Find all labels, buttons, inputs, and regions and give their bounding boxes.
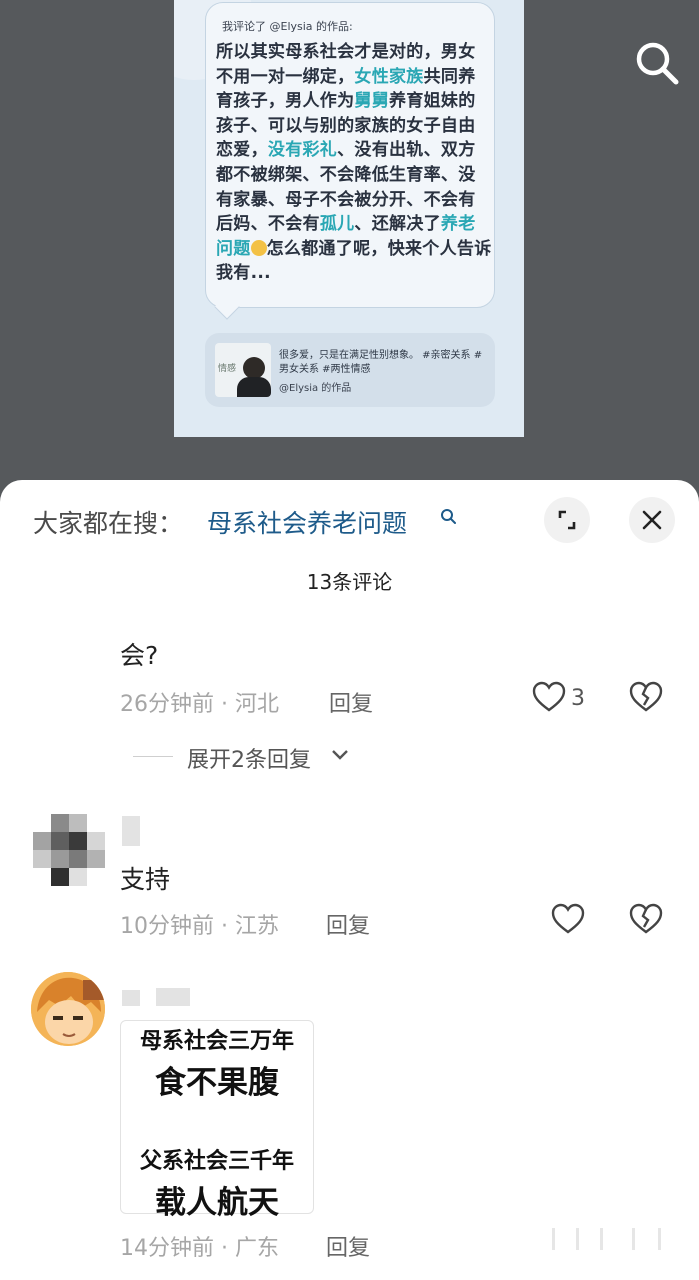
comment-count: 13条评论	[306, 570, 393, 594]
source-caption: 很多爱，只是在满足性别想象。 #亲密关系 #男女关系 #两性情感	[279, 350, 483, 375]
comment-image[interactable]: 母系社会三万年 食不果腹 父系社会三千年 载人航天	[120, 1020, 314, 1221]
truncated-comment-line: ​	[120, 608, 620, 622]
highlighted-keyword[interactable]: 孤儿	[320, 214, 355, 234]
username-blurred	[122, 990, 140, 1006]
faded-action-icons	[552, 1228, 661, 1250]
username-blurred	[122, 816, 140, 846]
bubble-text: 所以其实母系社会才是对的，男女不用一对一绑定，女性家族共同养育孩子，男人作为舅舅…	[216, 40, 492, 286]
expand-icon	[558, 510, 576, 530]
close-icon	[642, 510, 662, 530]
hot-search-query[interactable]: 母系社会养老问题	[207, 504, 407, 540]
avatar[interactable]	[31, 972, 105, 1046]
meme-line: 母系社会三万年	[139, 1029, 294, 1054]
username-blurred	[156, 988, 190, 1006]
bubble-header: 我评论了 @Elysia 的作品:	[222, 20, 353, 33]
comment-meta: 26分钟前 · 河北	[120, 692, 279, 717]
reply-button[interactable]: 回复	[326, 908, 370, 940]
source-author: @Elysia 的作品	[279, 383, 352, 394]
bubble-text-run: 、还解决了	[354, 214, 441, 235]
like-count: 3	[571, 686, 585, 711]
chevron-down-icon[interactable]	[330, 748, 350, 762]
expand-divider	[133, 756, 173, 757]
broken-heart-icon[interactable]	[629, 681, 663, 713]
heart-icon[interactable]	[532, 681, 566, 713]
broken-heart-icon[interactable]	[629, 903, 663, 935]
highlighted-keyword[interactable]: 女性家族	[354, 67, 423, 87]
fullscreen-button[interactable]	[544, 497, 590, 543]
cartoon-face-icon	[31, 972, 105, 1046]
comment-text: 会?	[120, 641, 159, 670]
meme-line: 食不果腹	[155, 1065, 279, 1101]
search-icon[interactable]	[632, 38, 682, 88]
video-preview[interactable]: 我评论了 @Elysia 的作品: 所以其实母系社会才是对的，男女不用一对一绑定…	[174, 0, 524, 437]
meme-line: 载人航天	[155, 1185, 279, 1221]
thumbnail-person-head	[243, 357, 265, 379]
source-video-card[interactable]: 情感 很多爱，只是在满足性别想象。 #亲密关系 #男女关系 #两性情感 @Ely…	[205, 333, 495, 407]
comment-meta: 14分钟前 · 广东	[120, 1236, 279, 1261]
meme-line: 父系社会三千年	[139, 1149, 294, 1174]
expand-replies-button[interactable]: 展开2条回复	[187, 742, 311, 774]
highlighted-keyword[interactable]: 没有彩礼	[268, 140, 337, 160]
hot-search-label: 大家都在搜：	[33, 509, 184, 538]
comment-text: 支持	[120, 865, 171, 894]
avatar[interactable]	[33, 814, 105, 886]
reply-button[interactable]: 回复	[329, 686, 373, 718]
source-thumbnail: 情感	[215, 343, 271, 397]
thumbnail-text: 情感	[218, 364, 237, 374]
thumbnail-person-body	[237, 377, 271, 397]
emoji-icon	[250, 239, 267, 256]
heart-icon[interactable]	[551, 903, 585, 935]
highlighted-keyword[interactable]: 舅舅	[354, 91, 389, 111]
comment-meta: 10分钟前 · 江苏	[120, 914, 279, 939]
close-button[interactable]	[629, 497, 675, 543]
reply-button[interactable]: 回复	[326, 1230, 370, 1262]
search-icon[interactable]	[440, 508, 456, 524]
comment-sheet: 大家都在搜： 母系社会养老问题 13条评论 ​ 会? 26分钟前 · 河北 回复…	[0, 480, 699, 1280]
